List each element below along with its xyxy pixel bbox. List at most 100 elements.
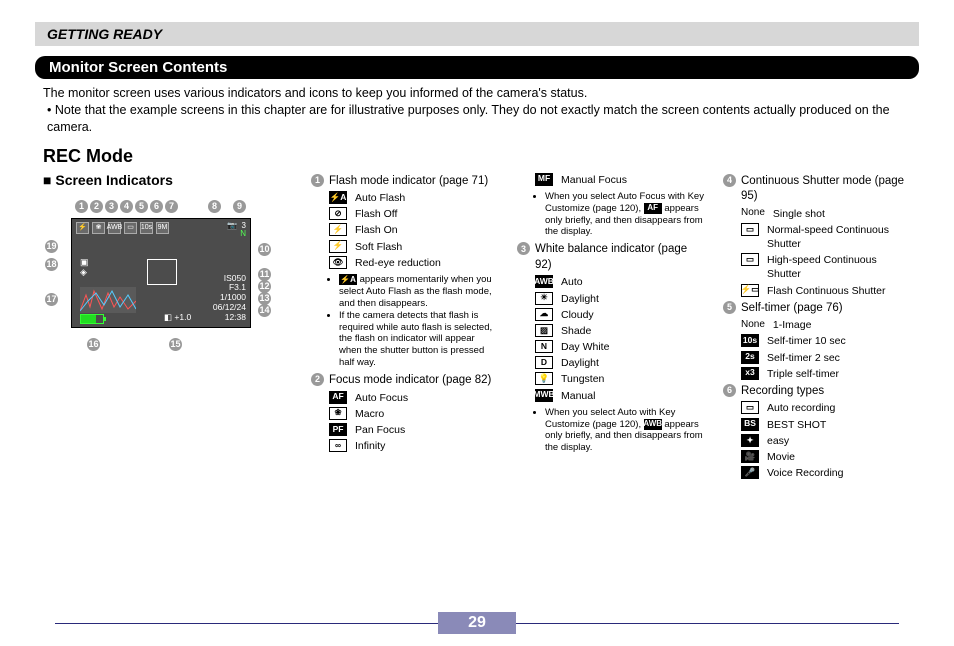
icon-row: AFAuto Focus: [329, 391, 499, 405]
intro-line-1: The monitor screen uses various indicato…: [43, 85, 911, 102]
indicator-label: 1-Image: [773, 318, 812, 332]
icon-row: ∞Infinity: [329, 439, 499, 453]
flash-notes: ⚡A appears momentarily when you select A…: [329, 274, 499, 369]
indicator-label: Auto recording: [767, 401, 835, 415]
lcd-diagram: ⚡ ❀ AWB ▭ 10s 9M 📷 3 N ▣◈ ◧ +1.0: [43, 198, 293, 353]
icon-row: ☁Cloudy: [535, 308, 705, 322]
auto-flash-icon: ⚡A: [339, 274, 357, 285]
callout-3: 3: [105, 200, 118, 213]
indicator-icon: ⚡▭: [741, 284, 759, 297]
callout-2: 2: [90, 200, 103, 213]
indicator-icon: N: [535, 340, 553, 353]
callout-16: 16: [87, 338, 100, 351]
indicator-label: Soft Flash: [355, 240, 402, 254]
rt-heading: 6 Recording types: [723, 384, 911, 400]
indicator-label: Manual Focus: [561, 173, 627, 187]
icon-row: ⚡Flash On: [329, 223, 499, 237]
icon-row: ▭Normal-speed Continuous Shutter: [741, 223, 911, 251]
indicator-label: Red-eye reduction: [355, 256, 441, 270]
icon-row: ⚡Soft Flash: [329, 240, 499, 254]
callout-9: 9: [233, 200, 246, 213]
icon-row: MWB Manual: [535, 389, 705, 403]
icon-row: NoneSingle shot: [741, 207, 911, 221]
callout-17: 17: [45, 293, 58, 306]
cs-heading: 4 Continuous Shutter mode (page 95): [723, 174, 911, 205]
icon-row: PFPan Focus: [329, 423, 499, 437]
indicator-icon: 💡: [535, 372, 553, 385]
icon-row: ❀Macro: [329, 407, 499, 421]
indicator-icon: 👁: [329, 256, 347, 269]
icon-row: 👁 Red-eye reduction: [329, 256, 499, 270]
screen-indicators-column: Screen Indicators ⚡ ❀ AWB ▭ 10s 9M 📷 3 N…: [43, 171, 293, 483]
lcd-icon: ▭: [124, 222, 137, 234]
indicator-icon: PF: [329, 423, 347, 436]
lcd-top-icons: ⚡ ❀ AWB ▭ 10s 9M: [76, 222, 169, 234]
callout-5: 5: [135, 200, 148, 213]
lcd-focus-frame: [147, 259, 177, 285]
lcd-topright: 📷 3 N: [227, 222, 246, 240]
lcd-icon: 9M: [156, 222, 169, 234]
indicator-icon: ⚡A: [329, 191, 347, 204]
indicator-label: Auto: [561, 275, 583, 289]
num-2-icon: 2: [311, 373, 324, 386]
indicator-icon: ❀: [329, 407, 347, 420]
icon-row: DDaylight: [535, 356, 705, 370]
callout-11: 11: [258, 268, 271, 281]
lcd-icon: 10s: [140, 222, 153, 234]
indicator-icon: ⊘: [329, 207, 347, 220]
icon-row: BSBEST SHOT: [741, 418, 911, 432]
lcd-icon: AWB: [108, 222, 121, 234]
indicator-label: Self-timer 10 sec: [767, 334, 846, 348]
callout-7: 7: [165, 200, 178, 213]
focus-note: When you select Auto Focus with Key Cust…: [535, 191, 705, 239]
wb-heading: 3 White balance indicator (page 92): [517, 242, 705, 273]
indicator-icon: BS: [741, 418, 759, 431]
focus-heading: 2 Focus mode indicator (page 82): [311, 373, 499, 389]
icon-row: ☀ Daylight: [535, 292, 705, 306]
rec-mode-heading: REC Mode: [43, 146, 919, 167]
icon-row: 💡Tungsten: [535, 372, 705, 386]
icon-row: ▨Shade: [535, 324, 705, 338]
icon-row: ⚡▭Flash Continuous Shutter: [741, 284, 911, 298]
indicator-icon: ▭: [741, 401, 759, 414]
indicator-label: Voice Recording: [767, 466, 843, 480]
focus-list: AFAuto Focus ❀Macro PFPan Focus ∞Infinity: [311, 391, 499, 454]
icon-row: 2sSelf-timer 2 sec: [741, 351, 911, 365]
indicator-icon: MF: [535, 173, 553, 186]
indicator-icon: MWB: [535, 389, 553, 402]
cs-list: NoneSingle shot ▭Normal-speed Continuous …: [723, 207, 911, 298]
wb-note: When you select Auto with Key Customize …: [535, 407, 705, 455]
indicator-icon: ▭: [741, 223, 759, 236]
indicator-label: easy: [767, 434, 789, 448]
indicator-icon: ▨: [535, 324, 553, 337]
callout-10: 10: [258, 243, 271, 256]
page-number: 29: [438, 612, 516, 634]
column-2: 1 Flash mode indicator (page 71) ⚡AAuto …: [311, 171, 499, 483]
num-3-icon: 3: [517, 242, 530, 255]
indicator-icon: AWB: [535, 275, 553, 288]
indicator-icon: ✦: [741, 434, 759, 447]
icon-row: ✦ easy: [741, 434, 911, 448]
indicator-label: Manual: [561, 389, 595, 403]
callout-15: 15: [169, 338, 182, 351]
indicator-label: Daylight: [561, 292, 599, 306]
num-1-icon: 1: [311, 174, 324, 187]
icon-row: 🎤Voice Recording: [741, 466, 911, 480]
indicator-icon: None: [741, 318, 765, 331]
indicator-label: Auto Flash: [355, 191, 405, 205]
indicator-label: Day White: [561, 340, 609, 354]
callout-13: 13: [258, 292, 271, 305]
lcd-ev: ◧ +1.0: [164, 312, 191, 323]
callout-14: 14: [258, 304, 271, 317]
lcd-n-badge: N: [240, 229, 246, 238]
indicator-label: Triple self-timer: [767, 367, 839, 381]
awb-icon: AWB: [644, 419, 662, 430]
lcd-histogram: [80, 287, 136, 313]
indicator-icon: 2s: [741, 351, 759, 364]
callout-4: 4: [120, 200, 133, 213]
lcd-icon: ❀: [92, 222, 105, 234]
indicator-icon: ☀: [535, 292, 553, 305]
indicator-label: High-speed Continuous Shutter: [767, 253, 911, 281]
intro-text: The monitor screen uses various indicato…: [43, 85, 911, 136]
callout-8: 8: [208, 200, 221, 213]
